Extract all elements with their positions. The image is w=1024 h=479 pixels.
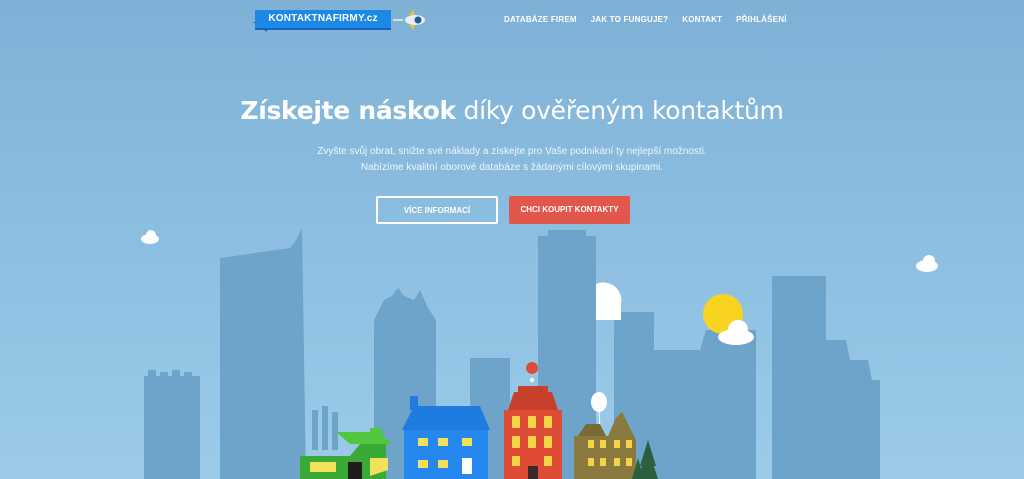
building-tall-left xyxy=(220,228,306,479)
airplane-icon xyxy=(393,10,425,30)
building-far-left xyxy=(144,376,200,479)
building-far-right-steps xyxy=(826,340,880,479)
hero-line-2: Nabízíme kvalitní oborové databáze s žád… xyxy=(360,162,664,173)
logo-text: KONTAKTNAFIRMY.cz xyxy=(255,10,391,28)
buy-contacts-button[interactable]: CHCI KOUPIT KONTAKTY xyxy=(509,196,630,224)
more-info-button[interactable]: VÍCE INFORMACÍ xyxy=(376,196,498,224)
map-pin-icon xyxy=(526,362,539,374)
logo[interactable]: KONTAKTNAFIRMY.cz xyxy=(253,8,433,34)
hero: Získejte náskok díky ověřeným kontaktům xyxy=(0,96,1024,125)
building-right-wide xyxy=(654,330,756,479)
building-far-right xyxy=(772,276,826,479)
nav-item-databaze-firem[interactable]: DATABÁZE FIREM xyxy=(504,15,577,24)
main-nav: DATABÁZE FIREM JAK TO FUNGUJE? KONTAKT P… xyxy=(504,15,787,24)
hero-title-rest: díky ověřeným kontaktům xyxy=(455,96,784,125)
cloud-right xyxy=(916,255,938,272)
city-illustration xyxy=(141,228,938,479)
cloud-left xyxy=(141,230,159,244)
hero-title-bold: Získejte náskok xyxy=(240,96,456,125)
nav-item-kontakt[interactable]: KONTAKT xyxy=(682,15,722,24)
hero-line-1: Zvyšte svůj obrat, snižte své náklady a … xyxy=(317,146,707,157)
nav-item-jak-to-funguje[interactable]: JAK TO FUNGUJE? xyxy=(591,15,669,24)
hero-title: Získejte náskok díky ověřeným kontaktům xyxy=(0,96,1024,125)
house-blue xyxy=(402,396,490,479)
cloud-center xyxy=(596,282,622,320)
nav-item-prihlaseni[interactable]: PŘIHLÁŠENÍ xyxy=(736,15,786,24)
hero-subtitle: Zvyšte svůj obrat, snižte své náklady a … xyxy=(0,144,1024,176)
header: KONTAKTNAFIRMY.cz DATABÁZE FIREM JAK TO … xyxy=(0,0,1024,40)
